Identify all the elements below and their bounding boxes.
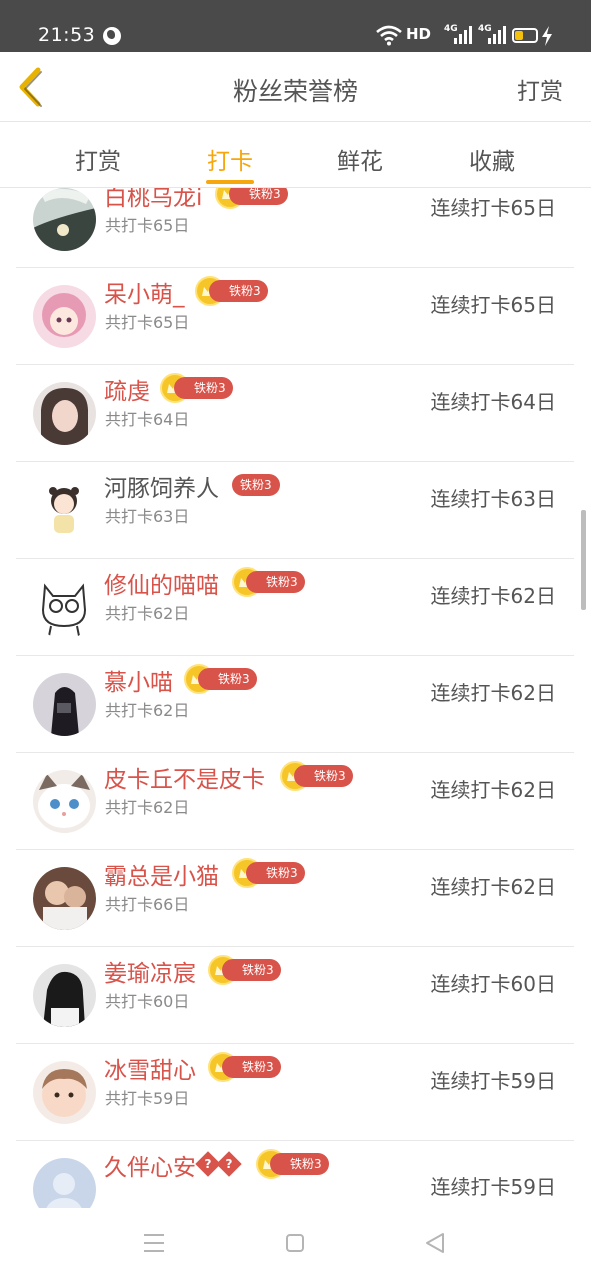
signal-icon-2: 4G — [478, 24, 506, 46]
unknown-glyph-icon: ? — [216, 1151, 242, 1177]
streak-checkin: 连续打卡62日 — [430, 681, 556, 705]
avatar[interactable] — [33, 382, 96, 445]
reward-button[interactable]: 打赏 — [517, 72, 563, 106]
user-name[interactable]: 皮卡丘不是皮卡 — [104, 760, 265, 794]
tab-active-indicator — [206, 180, 254, 184]
user-name[interactable]: 姜瑜凉宸 — [104, 954, 196, 988]
fan-level-label: 铁粉3 — [198, 668, 257, 690]
app-header: 粉丝荣誉榜 打赏 — [0, 52, 591, 122]
streak-checkin: 连续打卡63日 — [430, 487, 556, 511]
streak-checkin: 连续打卡60日 — [430, 972, 556, 996]
network-type-label: 4G — [444, 24, 458, 34]
streak-checkin: 连续打卡65日 — [430, 196, 556, 220]
fan-level-label: 铁粉3 — [294, 765, 353, 787]
total-checkin: 共打卡59日 — [105, 1089, 190, 1108]
avatar[interactable] — [33, 479, 96, 542]
hd-indicator: HD — [406, 25, 432, 43]
total-checkin: 共打卡65日 — [105, 313, 190, 332]
avatar[interactable] — [33, 673, 96, 736]
streak-checkin: 连续打卡64日 — [430, 390, 556, 414]
tab-checkin[interactable]: 打卡 — [185, 142, 275, 176]
list-item[interactable]: 冰雪甜心 铁粉3 共打卡59日 连续打卡59日 — [16, 1044, 574, 1141]
user-name[interactable]: 呆小萌_ — [104, 275, 185, 309]
page-title: 粉丝荣誉榜 — [232, 77, 358, 106]
streak-checkin: 连续打卡62日 — [430, 778, 556, 802]
globe-icon — [103, 27, 121, 45]
list-item[interactable]: 皮卡丘不是皮卡 铁粉3 共打卡62日 连续打卡62日 — [16, 753, 574, 850]
menu-icon[interactable] — [144, 1234, 164, 1252]
total-checkin: 共打卡65日 — [105, 216, 190, 235]
status-time: 21:53 — [38, 24, 96, 46]
network-type-label-2: 4G — [478, 24, 492, 34]
user-name-text: 久伴心安 — [104, 1155, 196, 1181]
user-name[interactable]: 河豚饲养人 — [104, 469, 219, 503]
system-nav-bar — [0, 1208, 591, 1280]
total-checkin: 共打卡62日 — [105, 701, 190, 720]
total-checkin: 共打卡66日 — [105, 895, 190, 914]
avatar[interactable] — [33, 576, 96, 639]
list-item[interactable]: 白桃乌龙i 铁粉3 共打卡65日 连续打卡65日 — [16, 188, 574, 268]
tab-reward[interactable]: 打赏 — [53, 142, 143, 176]
total-checkin: 共打卡64日 — [105, 410, 190, 429]
total-checkin: 共打卡62日 — [105, 798, 190, 817]
list-item[interactable]: 修仙的喵喵 铁粉3 共打卡62日 连续打卡62日 — [16, 559, 574, 656]
list-item[interactable]: 呆小萌_ 铁粉3 共打卡65日 连续打卡65日 — [16, 268, 574, 365]
user-name[interactable]: 白桃乌龙i — [104, 188, 202, 212]
avatar[interactable] — [33, 867, 96, 930]
list-item[interactable]: 姜瑜凉宸 铁粉3 共打卡60日 连续打卡60日 — [16, 947, 574, 1044]
user-name[interactable]: 冰雪甜心 — [104, 1051, 196, 1085]
user-name[interactable]: 霸总是小猫 — [104, 857, 219, 891]
avatar[interactable] — [33, 770, 96, 833]
fan-level-label: 铁粉3 — [174, 377, 233, 399]
wifi-icon — [376, 25, 402, 46]
fan-level-label: 铁粉3 — [229, 188, 288, 205]
avatar[interactable] — [33, 1061, 96, 1124]
fan-level-label: 铁粉3 — [246, 862, 305, 884]
avatar[interactable] — [33, 1158, 96, 1208]
streak-checkin: 连续打卡65日 — [430, 293, 556, 317]
streak-checkin: 连续打卡59日 — [430, 1175, 556, 1199]
user-name[interactable]: 慕小喵 — [104, 663, 173, 697]
list-item[interactable]: 霸总是小猫 铁粉3 共打卡66日 连续打卡62日 — [16, 850, 574, 947]
charging-icon — [542, 26, 552, 46]
streak-checkin: 连续打卡62日 — [430, 584, 556, 608]
fan-level-label: 铁粉3 — [209, 280, 268, 302]
tab-bar: 打赏 打卡 鲜花 收藏 — [0, 122, 591, 188]
avatar[interactable] — [33, 188, 96, 251]
user-name[interactable]: 疏虔 — [104, 372, 150, 406]
signal-icon: 4G — [444, 24, 472, 46]
status-bar: 21:53 HD 4G 4G — [0, 0, 591, 52]
list-item[interactable]: 慕小喵 铁粉3 共打卡62日 连续打卡62日 — [16, 656, 574, 753]
avatar[interactable] — [33, 964, 96, 1027]
list-item[interactable]: 疏虔 铁粉3 共打卡64日 连续打卡64日 — [16, 365, 574, 462]
user-name[interactable]: 久伴心安?? — [104, 1148, 242, 1182]
streak-checkin: 连续打卡59日 — [430, 1069, 556, 1093]
battery-icon — [512, 28, 538, 43]
total-checkin: 共打卡62日 — [105, 604, 190, 623]
fan-level-label: 铁粉3 — [232, 474, 280, 496]
total-checkin: 共打卡60日 — [105, 992, 190, 1011]
total-checkin: 共打卡63日 — [105, 507, 190, 526]
back-triangle-icon[interactable] — [424, 1232, 446, 1254]
tab-favorites[interactable]: 收藏 — [447, 142, 537, 176]
home-icon[interactable] — [286, 1234, 304, 1252]
list-item[interactable]: 久伴心安?? 铁粉3 连续打卡59日 — [16, 1141, 574, 1208]
fan-level-label: 铁粉3 — [246, 571, 305, 593]
fan-level-label: 铁粉3 — [222, 959, 281, 981]
fan-level-label: 铁粉3 — [270, 1153, 329, 1175]
scrollbar[interactable] — [581, 510, 586, 610]
user-name[interactable]: 修仙的喵喵 — [104, 566, 219, 600]
fan-level-label: 铁粉3 — [222, 1056, 281, 1078]
tab-flowers[interactable]: 鲜花 — [315, 142, 405, 176]
streak-checkin: 连续打卡62日 — [430, 875, 556, 899]
ranking-list: 白桃乌龙i 铁粉3 共打卡65日 连续打卡65日 呆小萌_ 铁粉3 共打卡65日… — [0, 188, 591, 1208]
avatar[interactable] — [33, 285, 96, 348]
list-item[interactable]: 河豚饲养人 铁粉3 共打卡63日 连续打卡63日 — [16, 462, 574, 559]
